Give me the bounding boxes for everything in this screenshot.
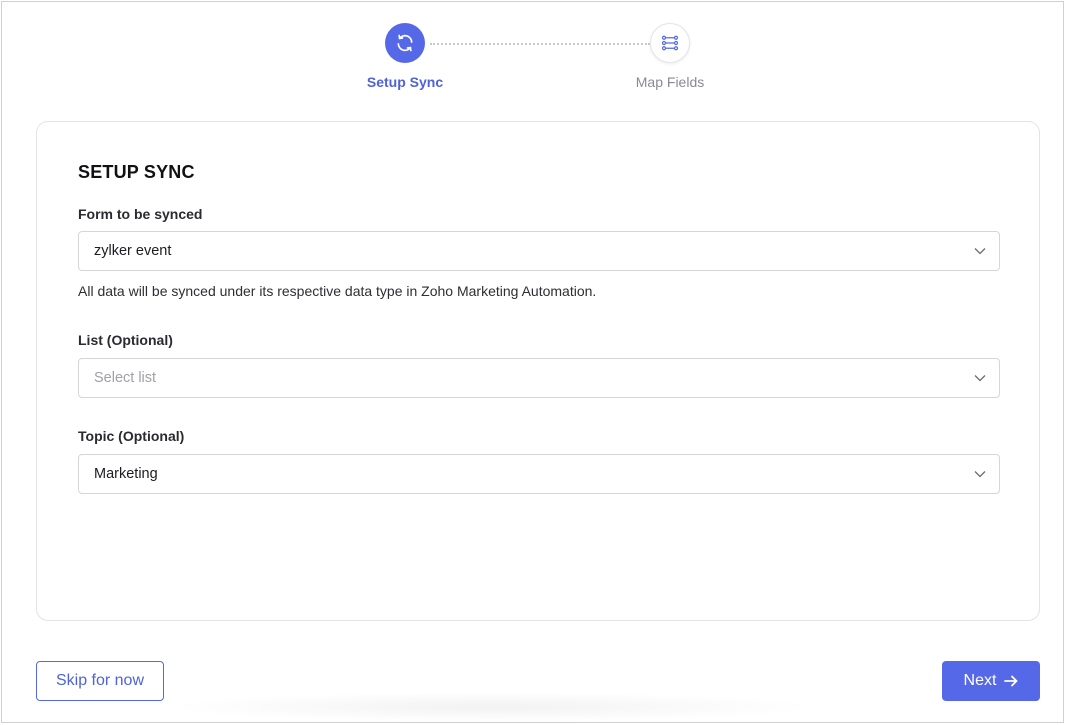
next-button-label: Next (963, 672, 997, 689)
topic-field-label: Topic (Optional) (78, 428, 185, 444)
card-title: SETUP SYNC (78, 162, 195, 182)
stepper: Setup Sync Map Fields (2, 2, 1065, 112)
setup-sync-card: SETUP SYNC Form to be synced zylker even… (36, 121, 1040, 621)
topic-select-value: Marketing (94, 466, 158, 482)
topic-select[interactable]: Marketing (78, 454, 1000, 494)
setup-window: Setup Sync Map Fields SETUP SYNC Form to… (1, 1, 1064, 723)
form-select[interactable]: zylker event (78, 231, 1000, 271)
sync-icon (397, 34, 413, 52)
list-select-placeholder: Select list (94, 370, 157, 386)
chevron-down-icon (973, 467, 987, 481)
step-label-setup-sync: Setup Sync (366, 74, 444, 90)
step-label-map-fields: Map Fields (635, 74, 705, 90)
step-setup-sync[interactable] (385, 23, 425, 63)
form-field-label: Form to be synced (78, 206, 203, 222)
form-select-value: zylker event (94, 243, 172, 259)
chevron-down-icon (973, 371, 987, 385)
list-field-label: List (Optional) (78, 332, 173, 348)
footer-shadow (162, 692, 822, 722)
step-connector (430, 43, 650, 45)
step-map-fields[interactable] (650, 23, 690, 63)
arrow-right-icon (1004, 675, 1018, 687)
form-helper-text: All data will be synced under its respec… (78, 283, 597, 299)
skip-for-now-button[interactable]: Skip for now (36, 661, 164, 701)
list-select[interactable]: Select list (78, 358, 1000, 398)
chevron-down-icon (973, 244, 987, 258)
next-button[interactable]: Next (942, 661, 1040, 701)
map-fields-icon (661, 35, 679, 51)
